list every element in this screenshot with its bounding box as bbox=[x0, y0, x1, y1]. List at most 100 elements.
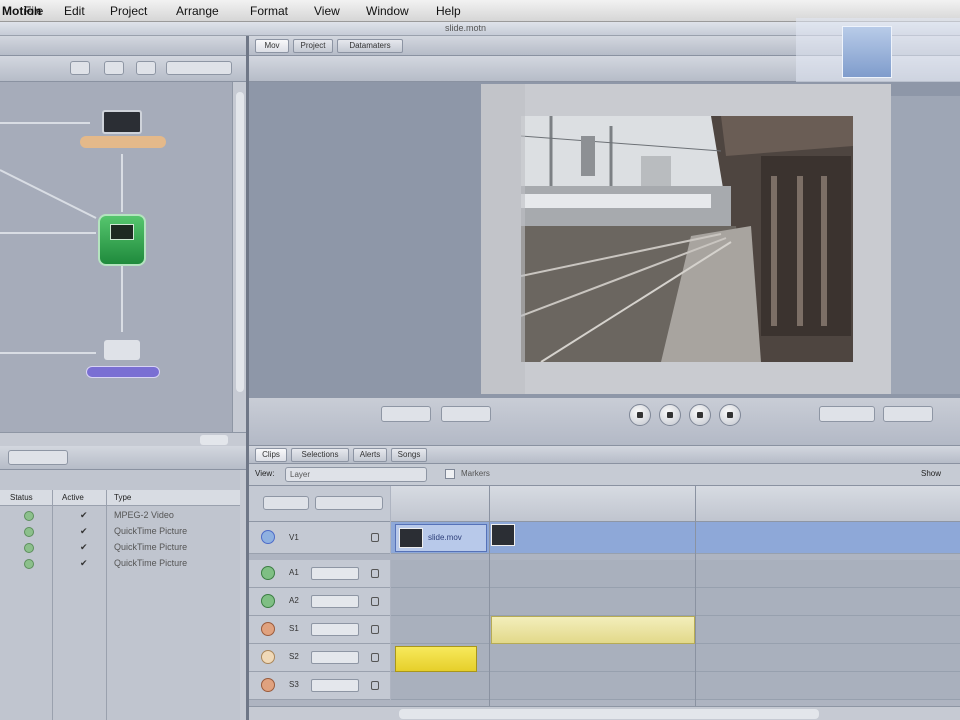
tab-datamaters[interactable]: Datamaters bbox=[337, 39, 403, 53]
track-header[interactable]: A2 bbox=[249, 588, 390, 616]
eye-icon[interactable] bbox=[261, 594, 275, 608]
track-lane[interactable] bbox=[391, 560, 960, 588]
tab-project[interactable]: Project bbox=[293, 39, 333, 53]
menu-arrange[interactable]: Arrange bbox=[176, 4, 219, 18]
timecode-in-field[interactable] bbox=[381, 406, 431, 422]
tab-selections[interactable]: Selections bbox=[291, 448, 349, 462]
lock-icon[interactable] bbox=[371, 653, 379, 662]
track-header[interactable]: S3 bbox=[249, 672, 390, 700]
forward-icon[interactable] bbox=[719, 404, 741, 426]
media-list-scrollbar[interactable] bbox=[240, 470, 246, 720]
marker-clip[interactable] bbox=[395, 646, 477, 672]
filter-node[interactable] bbox=[98, 214, 146, 266]
list-item[interactable]: ✔ QuickTime Picture bbox=[0, 540, 240, 556]
track-volume-field[interactable] bbox=[311, 651, 359, 664]
eye-icon[interactable] bbox=[261, 566, 275, 580]
menu-window[interactable]: Window bbox=[366, 4, 409, 18]
graph-view-select[interactable] bbox=[166, 61, 232, 75]
play-icon[interactable] bbox=[689, 404, 711, 426]
menu-format[interactable]: Format bbox=[250, 4, 288, 18]
track-header[interactable]: S1 bbox=[249, 616, 390, 644]
track-volume-field[interactable] bbox=[311, 567, 359, 580]
list-item[interactable]: ✔ MPEG-2 Video bbox=[0, 508, 240, 524]
zoom-out-button[interactable] bbox=[70, 61, 90, 75]
menu-view[interactable]: View bbox=[314, 4, 340, 18]
column-active[interactable]: Active bbox=[62, 493, 84, 502]
scrollbar-thumb[interactable] bbox=[399, 709, 819, 719]
eye-icon[interactable] bbox=[261, 650, 275, 664]
fit-button[interactable] bbox=[136, 61, 156, 75]
track-lane[interactable] bbox=[391, 616, 960, 644]
eye-icon[interactable] bbox=[261, 530, 275, 544]
tab-alerts[interactable]: Alerts bbox=[353, 448, 387, 462]
rewind-icon[interactable] bbox=[629, 404, 651, 426]
list-item[interactable]: ✔ QuickTime Picture bbox=[0, 556, 240, 572]
media-list-header: Status Active Type bbox=[0, 490, 240, 506]
view-select[interactable]: Layer bbox=[285, 467, 427, 482]
track-zoom-field[interactable] bbox=[263, 496, 309, 510]
track-header-v1[interactable]: V1 bbox=[249, 522, 390, 554]
track-lane[interactable] bbox=[391, 588, 960, 616]
media-search-field[interactable] bbox=[8, 450, 68, 465]
clip[interactable]: slide.mov bbox=[395, 524, 487, 552]
column-status[interactable]: Status bbox=[10, 493, 33, 502]
show-label: Show bbox=[921, 469, 942, 478]
view-select-value: Layer bbox=[290, 470, 311, 479]
timeline-ruler[interactable] bbox=[391, 486, 960, 522]
clip-label: slide.mov bbox=[428, 533, 462, 542]
current-time-field[interactable] bbox=[819, 406, 875, 422]
menu-edit[interactable]: Edit bbox=[64, 4, 85, 18]
menu-file[interactable]: File bbox=[24, 4, 43, 18]
active-check[interactable]: ✔ bbox=[80, 558, 88, 569]
track-lane[interactable] bbox=[391, 644, 960, 672]
lock-icon[interactable] bbox=[371, 597, 379, 606]
lock-icon[interactable] bbox=[371, 625, 379, 634]
timeline-scrollbar[interactable] bbox=[249, 706, 960, 720]
camera-icon[interactable] bbox=[104, 340, 140, 360]
output-node-label[interactable] bbox=[80, 136, 166, 148]
zoom-field[interactable] bbox=[200, 435, 228, 445]
status-icon bbox=[24, 527, 34, 537]
eye-icon[interactable] bbox=[261, 622, 275, 636]
lock-icon[interactable] bbox=[371, 681, 379, 690]
node-graph[interactable] bbox=[0, 82, 232, 432]
menu-help[interactable]: Help bbox=[436, 4, 461, 18]
stop-icon[interactable] bbox=[659, 404, 681, 426]
tab-clips[interactable]: Clips bbox=[255, 448, 287, 462]
active-check[interactable]: ✔ bbox=[80, 542, 88, 553]
lock-icon[interactable] bbox=[371, 533, 379, 542]
node-graph-scrollbar[interactable] bbox=[232, 82, 246, 432]
node-graph-hscrollbar[interactable] bbox=[0, 432, 248, 446]
track-volume-field[interactable] bbox=[311, 595, 359, 608]
track-volume-field[interactable] bbox=[311, 679, 359, 692]
filter-icon bbox=[110, 224, 134, 240]
media-list[interactable]: Status Active Type ✔ MPEG-2 Video ✔ Quic… bbox=[0, 470, 240, 720]
active-check[interactable]: ✔ bbox=[80, 510, 88, 521]
audio-clip[interactable] bbox=[491, 616, 695, 644]
eye-icon[interactable] bbox=[261, 678, 275, 692]
track-lane[interactable] bbox=[391, 672, 960, 700]
timecode-display[interactable] bbox=[315, 496, 383, 510]
active-check[interactable]: ✔ bbox=[80, 526, 88, 537]
lock-icon[interactable] bbox=[371, 569, 379, 578]
station-image[interactable] bbox=[521, 116, 853, 362]
connection-wire bbox=[0, 232, 96, 234]
track-header[interactable]: A1 bbox=[249, 560, 390, 588]
scrollbar-thumb[interactable] bbox=[236, 92, 244, 392]
camera-node-label[interactable] bbox=[86, 366, 160, 378]
tab-movie[interactable]: Mov bbox=[255, 39, 289, 53]
track-header[interactable]: S2 bbox=[249, 644, 390, 672]
list-item[interactable]: ✔ QuickTime Picture bbox=[0, 524, 240, 540]
duration-field[interactable] bbox=[883, 406, 933, 422]
film-icon[interactable] bbox=[102, 110, 142, 134]
canvas-overflow bbox=[891, 96, 960, 394]
column-type[interactable]: Type bbox=[114, 493, 131, 502]
tab-songs[interactable]: Songs bbox=[391, 448, 427, 462]
track-volume-field[interactable] bbox=[311, 623, 359, 636]
clip-thumbnail[interactable] bbox=[491, 524, 515, 546]
timecode-out-field[interactable] bbox=[441, 406, 491, 422]
track-lane-v1[interactable]: slide.mov bbox=[391, 522, 960, 554]
zoom-in-button[interactable] bbox=[104, 61, 124, 75]
markers-checkbox[interactable] bbox=[445, 469, 455, 479]
menu-project[interactable]: Project bbox=[110, 4, 147, 18]
